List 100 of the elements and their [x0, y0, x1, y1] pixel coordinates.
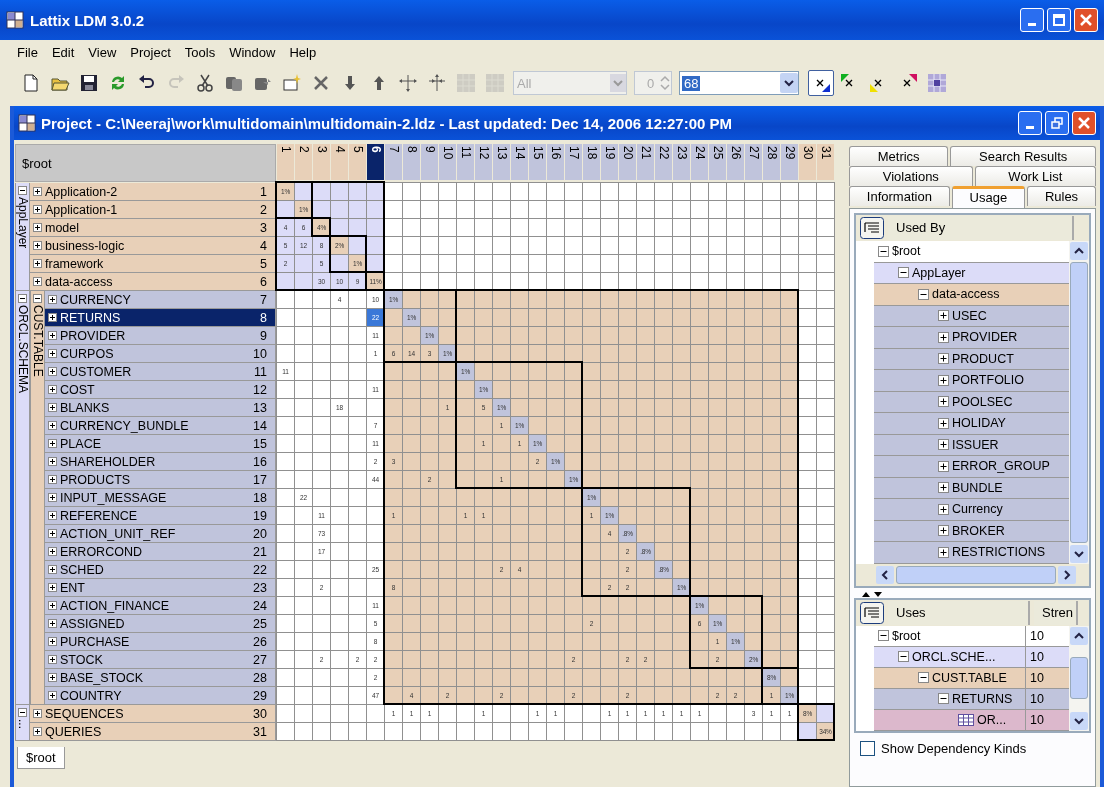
usage-tree-row[interactable]: PROVIDER	[874, 327, 1070, 349]
column-header[interactable]: 12	[475, 144, 492, 180]
tree-row[interactable]: ENT 23	[45, 579, 276, 597]
column-header[interactable]: 16	[547, 144, 564, 180]
usage-tree-row[interactable]: Currency	[874, 499, 1070, 521]
column-header[interactable]: 4	[331, 144, 348, 180]
tree-row[interactable]: ACTION_FINANCE 24	[45, 597, 276, 615]
tree-row[interactable]: CURRENCY 7	[45, 291, 276, 309]
tree-row[interactable]: COUNTRY 29	[45, 687, 276, 705]
column-header[interactable]: 8	[403, 144, 420, 180]
column-header[interactable]: 22	[655, 144, 672, 180]
menu-item[interactable]: Help	[282, 44, 324, 60]
tree-row[interactable]: PROVIDER 9	[45, 327, 276, 345]
column-header[interactable]: 25	[709, 144, 726, 180]
panel-tab[interactable]: Metrics	[849, 146, 949, 166]
column-header[interactable]: 2	[295, 144, 312, 180]
restore-button[interactable]	[1045, 111, 1069, 135]
usage-tree-row[interactable]: AppLayer	[874, 262, 1070, 284]
panel-tab[interactable]: Rules	[1027, 186, 1096, 206]
minimize-button[interactable]	[1020, 8, 1044, 32]
tree-row[interactable]: CURRENCY_BUNDLE 14	[45, 417, 276, 435]
tree-row[interactable]: model 3	[30, 219, 276, 237]
column-header[interactable]: 17	[565, 144, 582, 180]
minimize-button[interactable]	[1018, 111, 1042, 135]
horizontal-scrollbar[interactable]	[876, 563, 1076, 586]
usage-table-row[interactable]: OR... 10	[874, 709, 1070, 731]
column-header[interactable]: 1	[277, 144, 294, 180]
usage-table-row[interactable]: RETURNS 10	[874, 688, 1070, 710]
panel-tab[interactable]: Violations	[849, 166, 973, 186]
checkbox[interactable]	[860, 740, 875, 756]
tree-row[interactable]: STOCK 27	[45, 651, 276, 669]
usage-tree-row[interactable]: PRODUCT	[874, 348, 1070, 370]
panel-tab[interactable]: Information	[849, 186, 950, 206]
column-header[interactable]: 23	[673, 144, 690, 180]
column-header[interactable]: 18	[583, 144, 600, 180]
menu-item[interactable]: View	[81, 44, 124, 60]
tree-row[interactable]: RETURNS 8	[45, 309, 276, 327]
usage-table-row[interactable]: $root 10	[874, 625, 1070, 647]
panel-tab[interactable]: Usage	[951, 186, 1026, 208]
maximize-button[interactable]	[1047, 8, 1071, 32]
usage-table-row[interactable]: CUST.TABLE 10	[874, 667, 1070, 689]
menu-item[interactable]: Project	[123, 44, 178, 60]
tree-view-button[interactable]	[860, 601, 884, 624]
tree-row[interactable]: QUERIES 31	[30, 723, 276, 741]
close-button[interactable]	[1074, 8, 1098, 32]
usage-tree-row[interactable]: POOLSEC	[874, 391, 1070, 413]
column-header[interactable]: 20	[619, 144, 636, 180]
group-header[interactable]: ...	[15, 705, 30, 741]
column-header[interactable]: 9	[421, 144, 438, 180]
column-header[interactable]: 29	[781, 144, 798, 180]
tree-row[interactable]: ASSIGNED 25	[45, 615, 276, 633]
usage-tree-row[interactable]: USEC	[874, 305, 1070, 327]
column-header[interactable]: 19	[601, 144, 618, 180]
show-dependency-kinds-checkbox[interactable]: Show Dependency Kinds	[854, 732, 1091, 764]
tree-row[interactable]: CUSTOMER 11	[45, 363, 276, 381]
column-header[interactable]: 14	[511, 144, 528, 180]
close-button[interactable]	[1072, 111, 1096, 135]
column-header[interactable]: 10	[439, 144, 456, 180]
tree-row[interactable]: framework 5	[30, 255, 276, 273]
column-header[interactable]: 27	[745, 144, 762, 180]
column-header[interactable]: 11	[457, 144, 474, 180]
panel-tab[interactable]: Search Results	[950, 146, 1096, 166]
column-header[interactable]: 6	[367, 144, 384, 180]
vertical-scrollbar[interactable]	[1069, 625, 1089, 731]
column-header[interactable]: 26	[727, 144, 744, 180]
tree-row[interactable]: SCHED 22	[45, 561, 276, 579]
usage-tree-row[interactable]: RESTRICTIONS	[874, 542, 1070, 564]
tree-row[interactable]: ERRORCOND 21	[45, 543, 276, 561]
column-header[interactable]: 5	[349, 144, 366, 180]
tree-row[interactable]: CURPOS 10	[45, 345, 276, 363]
mark-button[interactable]	[808, 70, 834, 96]
usage-tree-row[interactable]: ERROR_GROUP	[874, 456, 1070, 478]
tree-row[interactable]: INPUT_MESSAGE 18	[45, 489, 276, 507]
column-header[interactable]: 3	[313, 144, 330, 180]
usage-tree-row[interactable]: BROKER	[874, 520, 1070, 542]
tree-row[interactable]: Application-1 2	[30, 201, 276, 219]
view-tab[interactable]: $root	[17, 747, 65, 769]
vertical-scrollbar[interactable]	[1069, 241, 1089, 564]
usage-tree-row[interactable]: data-access	[874, 284, 1070, 306]
panel-tab[interactable]: Work List	[974, 166, 1096, 186]
column-header[interactable]: 24	[691, 144, 708, 180]
column-header[interactable]: 30	[799, 144, 816, 180]
tree-row[interactable]: data-access 6	[30, 273, 276, 291]
usage-tree-row[interactable]: ISSUER	[874, 434, 1070, 456]
menu-item[interactable]: Window	[222, 44, 283, 60]
column-header[interactable]: 28	[763, 144, 780, 180]
usage-tree-row[interactable]: HOLIDAY	[874, 413, 1070, 435]
tree-row[interactable]: REFERENCE 19	[45, 507, 276, 525]
splitter-arrows-icon[interactable]	[860, 589, 884, 598]
column-header[interactable]: 13	[493, 144, 510, 180]
usage-tree-row[interactable]: BUNDLE	[874, 477, 1070, 499]
tree-row[interactable]: SHAREHOLDER 16	[45, 453, 276, 471]
column-header[interactable]: 21	[637, 144, 654, 180]
menu-item[interactable]: File	[10, 44, 45, 60]
usage-tree-row[interactable]: PORTFOLIO	[874, 370, 1070, 392]
column-header[interactable]: 31	[817, 144, 834, 180]
column-header[interactable]: 15	[529, 144, 546, 180]
column-header[interactable]: 7	[385, 144, 402, 180]
tree-row[interactable]: ACTION_UNIT_REF 20	[45, 525, 276, 543]
tree-row[interactable]: BASE_STOCK 28	[45, 669, 276, 687]
